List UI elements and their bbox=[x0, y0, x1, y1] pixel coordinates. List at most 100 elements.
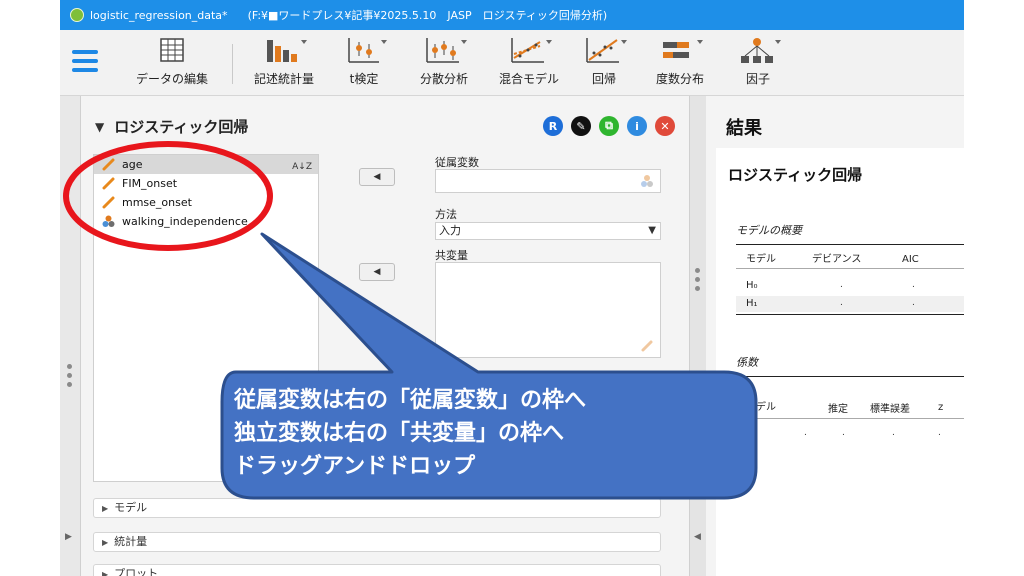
method-select[interactable]: 入力 ▼ bbox=[435, 222, 661, 240]
chevron-down-icon: ▼ bbox=[648, 225, 656, 236]
model-row-label: H₀ bbox=[746, 280, 758, 291]
menu-hamburger-icon[interactable] bbox=[72, 50, 98, 74]
title-bar: logistic_regression_data* (F:¥■ワードプレス¥記事… bbox=[60, 0, 964, 30]
collapse-triangle-icon[interactable]: ▼ bbox=[95, 120, 104, 134]
variable-item-walking-independence[interactable]: walking_independence bbox=[94, 212, 318, 231]
close-analysis-icon[interactable]: ✕ bbox=[655, 116, 675, 136]
descriptives-icon bbox=[267, 40, 307, 62]
toolbar-regression-label: 回帰 bbox=[591, 72, 616, 86]
table-top-rule bbox=[736, 244, 964, 245]
table-placeholder: . bbox=[938, 428, 941, 438]
factor-icon bbox=[741, 38, 781, 63]
ribbon-toolbar: データの編集 記述統計量 t検定 分散分析 混合モデル 回帰 度数分布 因子 bbox=[60, 30, 964, 96]
model-summary-header: デビアンス bbox=[812, 254, 862, 265]
table-placeholder: . bbox=[912, 280, 915, 290]
analysis-header[interactable]: ▼ ロジスティック回帰 bbox=[95, 116, 248, 137]
toolbar-factor-button[interactable]: 因子 bbox=[730, 36, 786, 92]
expand-arrow-icon: ▶ bbox=[102, 538, 109, 547]
toolbar-edit-data-button[interactable]: データの編集 bbox=[132, 36, 212, 92]
coef-header: z bbox=[938, 402, 944, 413]
coef-top-rule bbox=[736, 376, 964, 377]
toolbar-factor-label: 因子 bbox=[745, 72, 770, 86]
dependent-variable-label: 従属変数 bbox=[435, 156, 479, 169]
nominal-variable-icon bbox=[102, 215, 115, 227]
expand-arrow-icon: ▶ bbox=[102, 504, 109, 513]
toolbar-ttest-label: t検定 bbox=[349, 72, 379, 86]
section-plots[interactable]: ▶ プロット bbox=[93, 564, 661, 576]
coef-header: 標準誤差 bbox=[870, 404, 910, 415]
coef-header-rule bbox=[736, 418, 964, 419]
nominal-allowed-icon bbox=[641, 175, 653, 187]
table-placeholder: . bbox=[804, 428, 807, 438]
jasp-logo-icon bbox=[70, 8, 84, 22]
info-icon[interactable]: i bbox=[627, 116, 647, 136]
toolbar-anova-label: 分散分析 bbox=[419, 72, 468, 86]
coefficients-title: 係数 bbox=[736, 356, 758, 369]
covariates-box[interactable] bbox=[435, 262, 661, 358]
table-bottom-rule bbox=[736, 314, 964, 315]
edit-title-icon[interactable]: ✎ bbox=[571, 116, 591, 136]
table-placeholder: . bbox=[912, 298, 915, 308]
toolbar-anova-button[interactable]: 分散分析 bbox=[410, 36, 478, 92]
toolbar-mixed-models-button[interactable]: 混合モデル bbox=[490, 36, 568, 92]
coef-header: 推定 bbox=[828, 404, 848, 415]
variable-name: mmse_onset bbox=[122, 196, 192, 209]
window-file-name: logistic_regression_data* bbox=[90, 8, 228, 22]
results-title: 結果 bbox=[726, 118, 762, 139]
variable-item-age[interactable]: age A↓Z bbox=[94, 155, 318, 174]
variable-name: age bbox=[122, 158, 143, 171]
scale-ruler-icon bbox=[102, 158, 115, 171]
covariates-label: 共変量 bbox=[435, 249, 468, 262]
section-statistics[interactable]: ▶ 統計量 bbox=[93, 532, 661, 552]
model-row-label: H₁ bbox=[746, 298, 758, 309]
toolbar-separator bbox=[232, 44, 233, 84]
splitter-collapse-arrow-icon[interactable]: ◀ bbox=[694, 532, 701, 542]
callout-line: 従属変数は右の「従属変数」の枠へ bbox=[234, 388, 587, 413]
method-select-value: 入力 bbox=[439, 224, 461, 237]
panel-resize-grip[interactable] bbox=[67, 364, 73, 394]
variable-item-fim-onset[interactable]: FIM_onset bbox=[94, 174, 318, 193]
variable-item-mmse-onset[interactable]: mmse_onset bbox=[94, 193, 318, 212]
callout-line: ドラッグアンドドロップ bbox=[234, 454, 476, 479]
coef-header: モデル bbox=[746, 402, 776, 413]
table-placeholder: . bbox=[840, 298, 843, 308]
results-output: ロジスティック回帰 モデルの概要 モデル デビアンス AIC H₀ . . H₁… bbox=[716, 148, 964, 576]
duplicate-icon[interactable]: ⧉ bbox=[599, 116, 619, 136]
analysis-title: ロジスティック回帰 bbox=[114, 118, 249, 136]
move-to-covariates-button[interactable]: ◀ bbox=[359, 263, 395, 281]
toolbar-ttest-button[interactable]: t検定 bbox=[338, 36, 390, 92]
frequencies-icon bbox=[663, 40, 703, 58]
regression-icon bbox=[586, 38, 627, 63]
ttest-icon bbox=[348, 38, 387, 63]
method-label: 方法 bbox=[435, 208, 457, 221]
move-to-dependent-button[interactable]: ◀ bbox=[359, 168, 395, 186]
scale-allowed-icon bbox=[641, 340, 653, 352]
window-file-path: (F:¥■ワードプレス¥記事¥2025.5.10 JASP ロジスティック回帰分… bbox=[247, 9, 608, 22]
variable-name: walking_independence bbox=[122, 215, 248, 228]
toolbar-frequencies-button[interactable]: 度数分布 bbox=[646, 36, 714, 92]
table-placeholder: . bbox=[892, 428, 895, 438]
jasp-window: logistic_regression_data* (F:¥■ワードプレス¥記事… bbox=[60, 0, 964, 576]
section-label: プロット bbox=[114, 567, 159, 576]
table-header-rule bbox=[736, 268, 964, 269]
callout-line: 独立変数は右の「共変量」の枠へ bbox=[234, 421, 565, 446]
dependent-variable-box[interactable] bbox=[435, 169, 661, 193]
variable-name: FIM_onset bbox=[122, 177, 178, 190]
mixed-models-icon bbox=[511, 38, 552, 63]
table-placeholder: . bbox=[840, 280, 843, 290]
toolbar-descriptives-button[interactable]: 記述統計量 bbox=[246, 36, 322, 92]
panel-splitter[interactable]: ◀ bbox=[690, 96, 706, 576]
splitter-grip[interactable] bbox=[695, 268, 700, 295]
panel-expand-arrow-icon[interactable]: ▶ bbox=[65, 532, 72, 542]
r-syntax-icon[interactable]: R bbox=[543, 116, 563, 136]
section-label: 統計量 bbox=[114, 535, 148, 548]
scale-ruler-icon bbox=[102, 196, 115, 209]
toolbar-regression-button[interactable]: 回帰 bbox=[580, 36, 628, 92]
results-analysis-heading: ロジスティック回帰 bbox=[728, 166, 863, 184]
model-summary-header: モデル bbox=[746, 254, 776, 265]
callout-text: 従属変数は右の「従属変数」の枠へ 独立変数は右の「共変量」の枠へ ドラッグアンド… bbox=[234, 384, 734, 483]
model-summary-header: AIC bbox=[902, 254, 919, 265]
analysis-options-panel: ▶ ▼ ロジスティック回帰 R ✎ ⧉ i ✕ age A↓Z FIM_onse… bbox=[65, 96, 690, 576]
section-model[interactable]: ▶ モデル bbox=[93, 498, 661, 518]
model-summary-title: モデルの概要 bbox=[736, 224, 802, 237]
